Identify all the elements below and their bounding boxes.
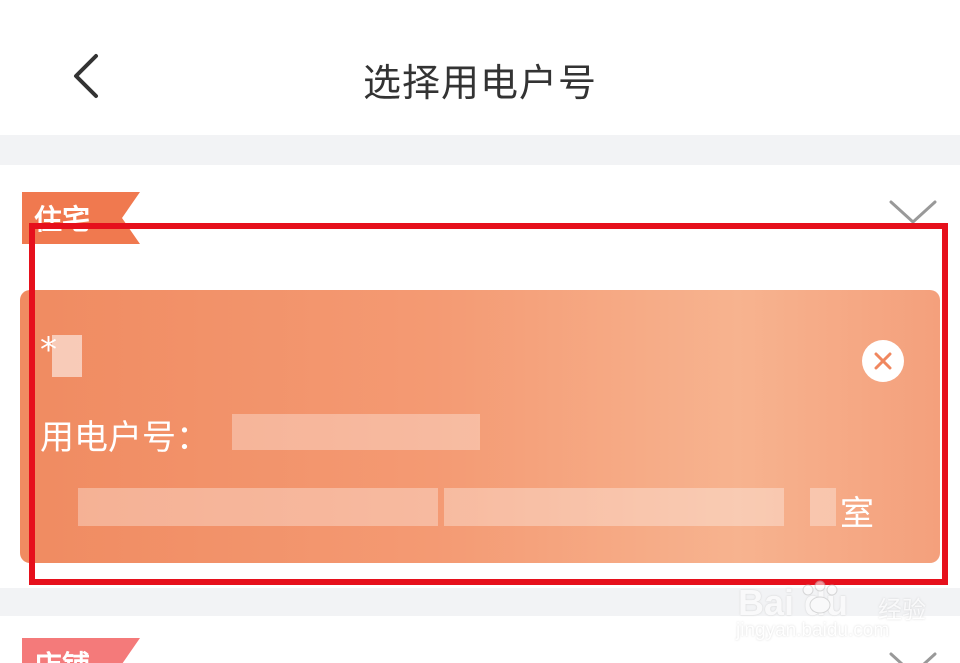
residential-tag: 住宅 — [22, 192, 140, 244]
app-screen: 选择用电户号 住宅 * 用电户号： 室 Bai du 经验 jingyan.ba… — [0, 0, 960, 663]
residential-tag-label: 住宅 — [34, 203, 91, 236]
watermark-url: jingyan.baidu.com — [736, 620, 890, 641]
chevron-up-icon — [889, 652, 937, 663]
masked-account-number — [232, 414, 480, 450]
delete-account-button[interactable] — [862, 340, 904, 382]
collapse-button[interactable] — [885, 650, 941, 663]
account-number-label: 用电户号： — [40, 418, 210, 458]
masked-name — [52, 335, 82, 377]
navigation-bar: 选择用电户号 — [0, 0, 960, 135]
masked-address-detail — [444, 488, 784, 526]
shop-tag-label: 店铺 — [34, 644, 90, 663]
masked-address — [78, 488, 438, 526]
masked-room-number — [810, 488, 836, 526]
address-suffix: 室 — [840, 494, 874, 534]
page-title: 选择用电户号 — [362, 61, 597, 105]
section-divider — [0, 135, 960, 165]
close-circle-icon — [874, 352, 892, 370]
collapse-button[interactable] — [885, 198, 941, 226]
chevron-up-icon — [889, 200, 937, 225]
section-divider — [0, 588, 960, 616]
shop-tag: 店铺 — [22, 638, 140, 663]
